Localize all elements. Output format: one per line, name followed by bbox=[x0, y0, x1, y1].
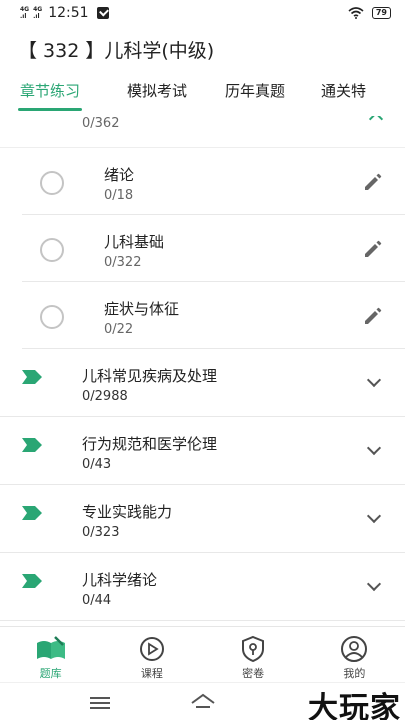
edit-icon[interactable] bbox=[361, 170, 385, 194]
bottom-nav: 题库 课程 密卷 我的 bbox=[0, 626, 405, 682]
nav-courses[interactable]: 课程 bbox=[101, 627, 202, 682]
chapter-count: 0/43 bbox=[82, 457, 112, 472]
tab-past-exams[interactable]: 历年真题 bbox=[225, 72, 285, 116]
battery-indicator: 79 bbox=[371, 7, 391, 19]
radio-circle-icon[interactable] bbox=[40, 305, 64, 329]
wifi-icon bbox=[348, 7, 364, 19]
chapter-list: 0/362 绪论 0/18 儿科基础 0/322 症状与体征 0/22 儿科常见… bbox=[0, 116, 405, 626]
chapter-flag-icon bbox=[22, 574, 42, 588]
nav-secret-papers[interactable]: 密卷 bbox=[203, 627, 304, 682]
status-bar: 4G .ıl 4G .ıl 12:51 79 bbox=[0, 0, 405, 26]
expanded-chapter-row[interactable]: 0/362 bbox=[0, 116, 405, 148]
sub-chapter-count: 0/18 bbox=[104, 188, 134, 203]
menu-icon[interactable] bbox=[90, 697, 110, 709]
sub-chapter-row[interactable]: 症状与体征 0/22 bbox=[22, 282, 405, 349]
chapter-count: 0/2988 bbox=[82, 389, 128, 404]
status-time: 12:51 bbox=[48, 5, 89, 21]
chapter-flag-icon bbox=[22, 370, 42, 384]
sub-chapter-name: 症状与体征 bbox=[104, 300, 180, 318]
chevron-up-icon[interactable] bbox=[368, 116, 384, 127]
nav-label: 题库 bbox=[39, 667, 62, 680]
radio-circle-icon[interactable] bbox=[40, 238, 64, 262]
lock-shield-icon bbox=[242, 635, 265, 663]
sub-chapter-count: 0/322 bbox=[104, 255, 142, 270]
chapter-row[interactable]: 行为规范和医学伦理 0/43 bbox=[0, 417, 405, 485]
chapter-flag-icon bbox=[22, 438, 42, 452]
chapter-name: 儿科常见疾病及处理 bbox=[82, 367, 218, 385]
user-icon bbox=[341, 636, 368, 662]
sub-chapter-count: 0/22 bbox=[104, 322, 134, 337]
chevron-down-icon[interactable] bbox=[366, 508, 382, 524]
sub-chapter-name: 绪论 bbox=[104, 166, 135, 184]
book-icon bbox=[36, 636, 65, 659]
tab-chapter-practice[interactable]: 章节练习 bbox=[17, 72, 83, 116]
tab-mock-exam[interactable]: 模拟考试 bbox=[127, 72, 187, 116]
home-icon[interactable] bbox=[190, 691, 216, 713]
tab-bar: 章节练习 模拟考试 历年真题 通关特 bbox=[0, 72, 405, 116]
chapter-count: 0/44 bbox=[82, 593, 112, 608]
nav-label: 密卷 bbox=[242, 667, 265, 680]
nav-label: 我的 bbox=[343, 667, 366, 680]
chevron-down-icon[interactable] bbox=[366, 372, 382, 388]
chapter-count: 0/323 bbox=[82, 525, 120, 540]
sub-chapter-name: 儿科基础 bbox=[104, 233, 165, 251]
title-bar: 【 332 】儿科学(中级) bbox=[0, 26, 405, 72]
sub-chapter-row[interactable]: 绪论 0/18 bbox=[22, 148, 405, 215]
edit-icon[interactable] bbox=[361, 304, 385, 328]
chapter-row[interactable]: 儿科常见疾病及处理 0/2988 bbox=[0, 349, 405, 417]
network-4g-indicator: 4G .ıl bbox=[20, 6, 30, 20]
play-icon bbox=[139, 637, 164, 661]
chapter-flag-icon bbox=[22, 506, 42, 520]
nav-question-bank[interactable]: 题库 bbox=[0, 627, 101, 682]
sub-chapter-row[interactable]: 儿科基础 0/322 bbox=[22, 215, 405, 282]
notification-icon bbox=[96, 7, 109, 19]
chevron-down-icon[interactable] bbox=[366, 576, 382, 592]
chapter-name: 儿科学绪论 bbox=[82, 571, 158, 589]
system-nav-bar: 大玩家 bbox=[0, 682, 405, 720]
chapter-row[interactable]: 专业实践能力 0/323 bbox=[0, 485, 405, 553]
nav-profile[interactable]: 我的 bbox=[304, 627, 405, 682]
radio-circle-icon[interactable] bbox=[40, 171, 64, 195]
edit-icon[interactable] bbox=[361, 237, 385, 261]
chapter-row[interactable]: 儿科学绪论 0/44 bbox=[0, 553, 405, 621]
watermark-logo: 大玩家 bbox=[308, 691, 401, 720]
network-4ghd-indicator: 4G .ıl bbox=[33, 6, 43, 20]
chapter-name: 行为规范和医学伦理 bbox=[82, 435, 218, 453]
chapter-name: 专业实践能力 bbox=[82, 503, 173, 521]
chevron-down-icon[interactable] bbox=[366, 440, 382, 456]
page-title: 【 332 】儿科学(中级) bbox=[18, 39, 215, 62]
tab-pass-special[interactable]: 通关特 bbox=[321, 72, 366, 116]
nav-label: 课程 bbox=[140, 667, 163, 680]
chapter-count: 0/362 bbox=[82, 116, 120, 131]
